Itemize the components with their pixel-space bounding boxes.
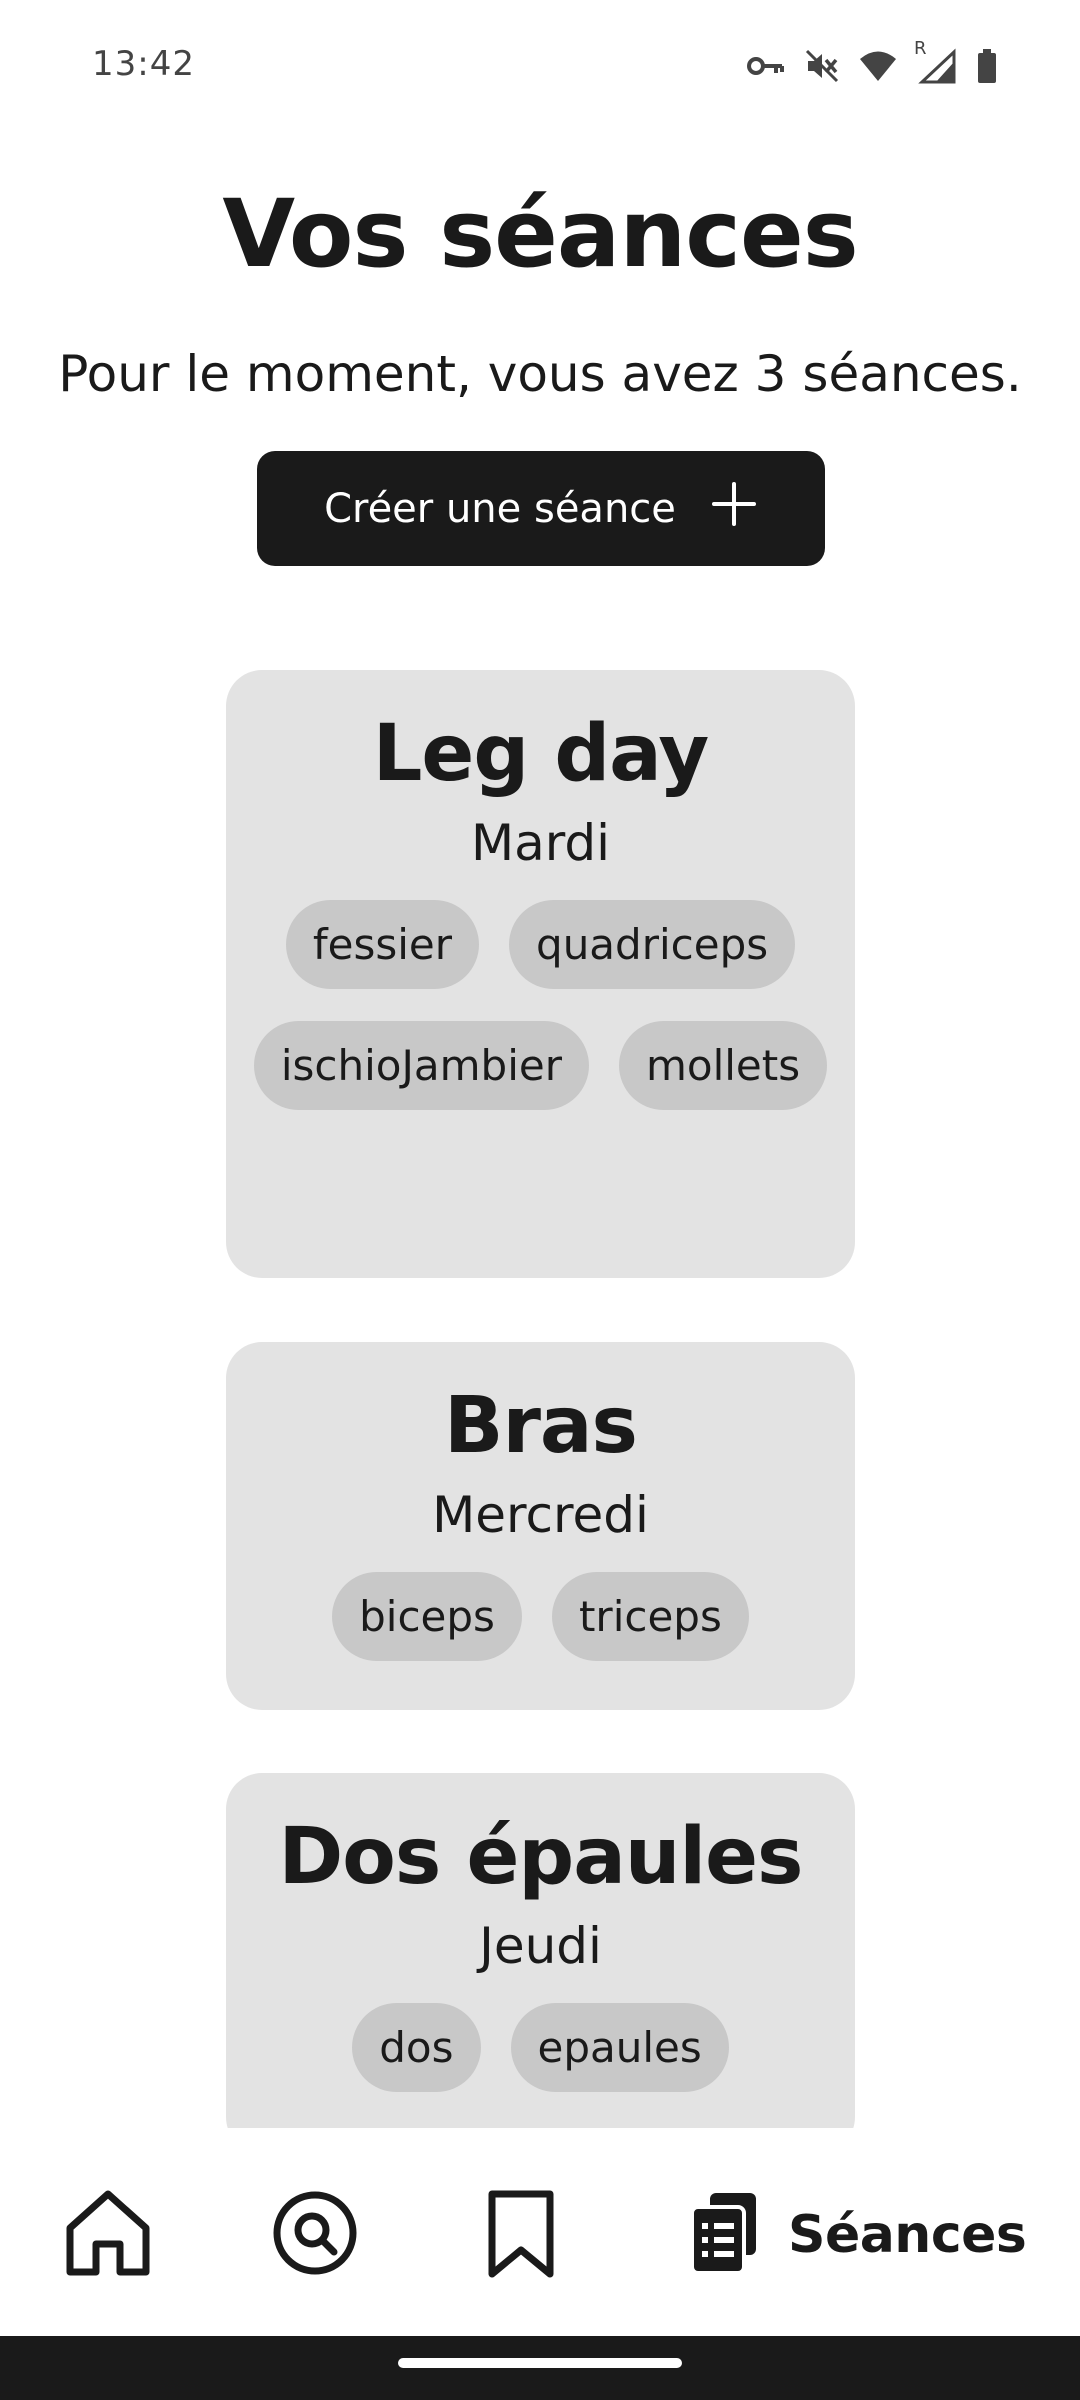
vpn-key-icon [746, 51, 786, 81]
muscle-tags: dos epaules [251, 2003, 831, 2092]
search-icon [270, 2188, 360, 2282]
create-session-label: Créer une séance [324, 485, 676, 532]
session-title: Leg day [372, 709, 710, 799]
session-title: Bras [444, 1381, 638, 1471]
muscle-tag: fessier [285, 900, 480, 989]
muscle-tag: ischioJambier [253, 1021, 589, 1110]
session-day: Mercredi [432, 1486, 649, 1544]
wifi-icon [858, 50, 898, 82]
muscle-tag: triceps [551, 1572, 749, 1661]
muscle-tag: mollets [618, 1021, 828, 1110]
vibrate-off-icon [804, 48, 840, 84]
bottom-nav: Séances [0, 2128, 1080, 2336]
page-subtitle: Pour le moment, vous avez 3 séances. [58, 345, 1022, 403]
home-indicator[interactable] [398, 2358, 682, 2368]
muscle-tag: dos [352, 2003, 481, 2092]
muscle-tags: fessier quadriceps ischioJambier mollets [251, 900, 831, 1110]
home-icon [62, 2188, 154, 2282]
battery-icon [976, 48, 998, 84]
gesture-bar [0, 2336, 1080, 2400]
sessions-clipboard-icon [688, 2191, 760, 2279]
nav-home[interactable] [62, 2190, 154, 2280]
page-title: Vos séances [222, 180, 858, 289]
session-card-bras[interactable]: Bras Mercredi biceps triceps [226, 1342, 855, 1710]
muscle-tag: quadriceps [509, 900, 796, 989]
status-bar: 13:42 R [0, 0, 1080, 134]
signal-roaming-icon: R [914, 38, 958, 84]
nav-bookmark[interactable] [476, 2190, 566, 2280]
screen: 13:42 R Vos séances Pour le moment, vous… [0, 0, 1080, 2400]
session-card-dos-epaules[interactable]: Dos épaules Jeudi dos epaules [226, 1773, 855, 2128]
status-time: 13:42 [92, 44, 195, 84]
nav-search[interactable] [270, 2190, 360, 2280]
roaming-label: R [914, 38, 927, 59]
status-icons: R [746, 38, 998, 86]
session-list: Leg day Mardi fessier quadriceps ischioJ… [0, 670, 1080, 2128]
session-title: Dos épaules [278, 1812, 804, 1902]
muscle-tag: biceps [332, 1572, 522, 1661]
session-day: Jeudi [479, 1917, 602, 1975]
session-card-leg-day[interactable]: Leg day Mardi fessier quadriceps ischioJ… [226, 670, 855, 1278]
session-day: Mardi [470, 814, 611, 872]
muscle-tags: biceps triceps [251, 1572, 831, 1661]
plus-icon [710, 480, 758, 538]
create-session-button[interactable]: Créer une séance [257, 451, 825, 566]
nav-seances[interactable]: Séances [688, 2190, 1027, 2280]
nav-seances-label: Séances [788, 2205, 1027, 2265]
muscle-tag: epaules [510, 2003, 729, 2092]
bookmark-icon [476, 2188, 566, 2282]
